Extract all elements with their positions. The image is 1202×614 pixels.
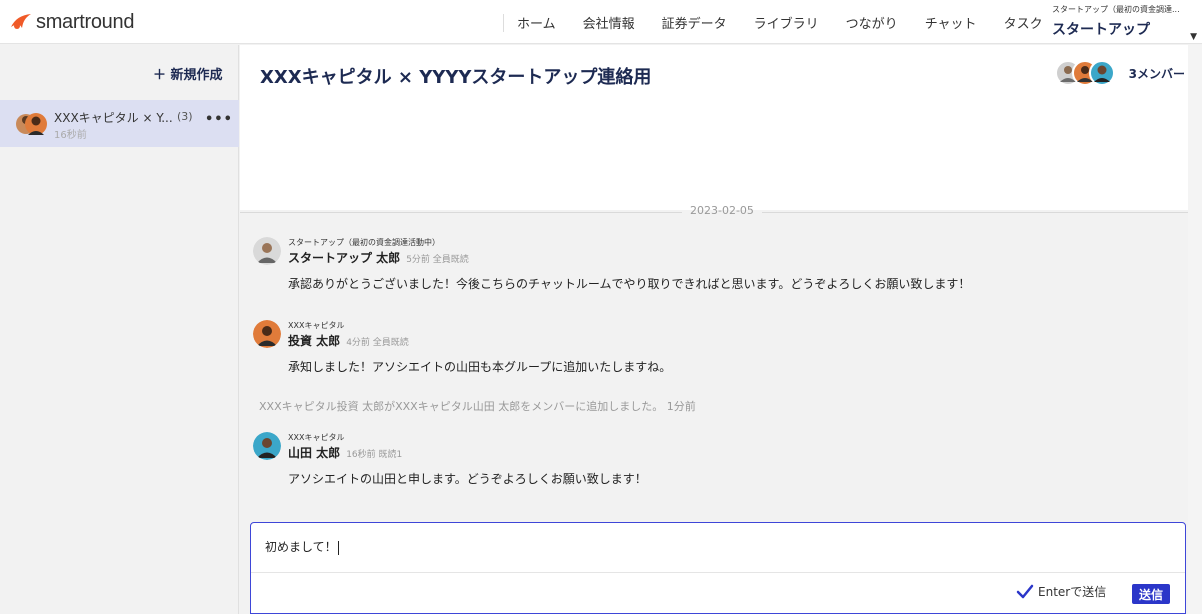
text-cursor bbox=[337, 540, 339, 555]
sender-name: スタートアップ 太郎 bbox=[288, 251, 401, 265]
send-button[interactable]: 送信 bbox=[1132, 584, 1170, 604]
message-input-value: 初めまして！ bbox=[265, 540, 337, 554]
sender-name-row: 投資 太郎 4分前 全員既読 bbox=[288, 332, 409, 349]
scrollbar[interactable] bbox=[1188, 45, 1202, 614]
message-input[interactable]: 初めまして！ bbox=[265, 538, 339, 555]
message-composer: 初めまして！ Enterで送信 送信 bbox=[250, 522, 1186, 614]
room-title: XXXキャピタル × YYYYスタートアップ連絡用 bbox=[260, 67, 652, 88]
message-text: アソシエイトの山田と申します。どうぞよろしくお願い致します！ bbox=[288, 472, 647, 486]
message-meta: 5分前 全員既読 bbox=[406, 255, 469, 265]
date-label: 2023-02-05 bbox=[690, 204, 754, 217]
nav-library[interactable]: ライブラリ bbox=[754, 13, 819, 32]
enter-to-send-label: Enterで送信 bbox=[1038, 585, 1107, 599]
avatar bbox=[253, 432, 281, 460]
brand-name: smartround bbox=[36, 10, 135, 33]
main-nav: ホーム 会社情報 証券データ ライブラリ つながり チャット タスク bbox=[503, 0, 1056, 44]
composer-divider bbox=[251, 572, 1185, 573]
avatar bbox=[253, 237, 281, 265]
members-label: 3メンバー bbox=[1128, 66, 1185, 81]
sender-org: XXXキャピタル bbox=[288, 433, 345, 442]
nav-connections[interactable]: つながり bbox=[846, 13, 898, 32]
sender-org: スタートアップ（最初の資金調達活動中） bbox=[288, 238, 440, 247]
avatar bbox=[253, 320, 281, 348]
nav-chat[interactable]: チャット bbox=[925, 13, 977, 32]
message-meta: 4分前 全員既読 bbox=[346, 338, 409, 348]
members-button[interactable]: 3メンバー bbox=[1054, 60, 1185, 86]
plus-icon: ＋ bbox=[153, 68, 167, 83]
sidebar-room-item[interactable]: XXXキャピタル × Y... (3) 16秒前 ••• bbox=[0, 100, 239, 147]
date-line-right bbox=[762, 212, 1202, 213]
message-text: 承知しました！アソシエイトの山田も本グループに追加いたしますね。 bbox=[288, 360, 672, 374]
date-separator: 2023-02-05 bbox=[240, 204, 1202, 220]
sender-name-row: スタートアップ 太郎 5分前 全員既読 bbox=[288, 249, 469, 266]
top-header: smartround ホーム 会社情報 証券データ ライブラリ つながり チャッ… bbox=[0, 0, 1202, 55]
room-name: XXXキャピタル × Y... bbox=[54, 111, 173, 125]
nav-home[interactable]: ホーム bbox=[517, 13, 556, 32]
message-meta: 16秒前 既読1 bbox=[346, 450, 403, 460]
nav-tasks[interactable]: タスク bbox=[1004, 13, 1043, 32]
enter-to-send-toggle[interactable]: Enterで送信 bbox=[1016, 583, 1106, 600]
nav-company-info[interactable]: 会社情報 bbox=[583, 13, 635, 32]
sender-org: XXXキャピタル bbox=[288, 321, 345, 330]
sender-name: 投資 太郎 bbox=[288, 334, 341, 348]
org-subtitle: スタートアップ（最初の資金調達... bbox=[1052, 5, 1180, 14]
room-timestamp: 16秒前 bbox=[54, 130, 87, 141]
sender-name-row: 山田 太郎 16秒前 既読1 bbox=[288, 444, 402, 461]
member-avatars bbox=[1054, 60, 1115, 86]
date-line-left bbox=[240, 212, 682, 213]
new-chat-label: 新規作成 bbox=[170, 68, 223, 83]
new-chat-button[interactable]: ＋ 新規作成 bbox=[153, 64, 223, 83]
chat-room-header: XXXキャピタル × YYYYスタートアップ連絡用 3メンバー bbox=[240, 45, 1202, 210]
smartround-logo-icon bbox=[11, 14, 31, 29]
nav-securities-data[interactable]: 証券データ bbox=[662, 13, 727, 32]
logo[interactable]: smartround bbox=[9, 8, 134, 36]
system-message: XXXキャピタル投資 太郎がXXXキャピタル山田 太郎をメンバーに追加しました。… bbox=[259, 400, 696, 413]
caret-down-icon[interactable]: ▼ bbox=[1190, 32, 1197, 42]
checkmark-icon bbox=[1016, 584, 1034, 598]
sender-name: 山田 太郎 bbox=[288, 446, 341, 460]
chat-sidebar: ＋ 新規作成 XXXキャピタル × Y... (3) 16秒前 ••• bbox=[0, 45, 239, 614]
message-text: 承認ありがとうございました！今後こちらのチャットルームでやり取りできればと思いま… bbox=[288, 277, 971, 291]
room-avatar bbox=[16, 113, 47, 135]
room-member-count: (3) bbox=[177, 110, 193, 123]
more-options-icon[interactable]: ••• bbox=[205, 112, 233, 127]
